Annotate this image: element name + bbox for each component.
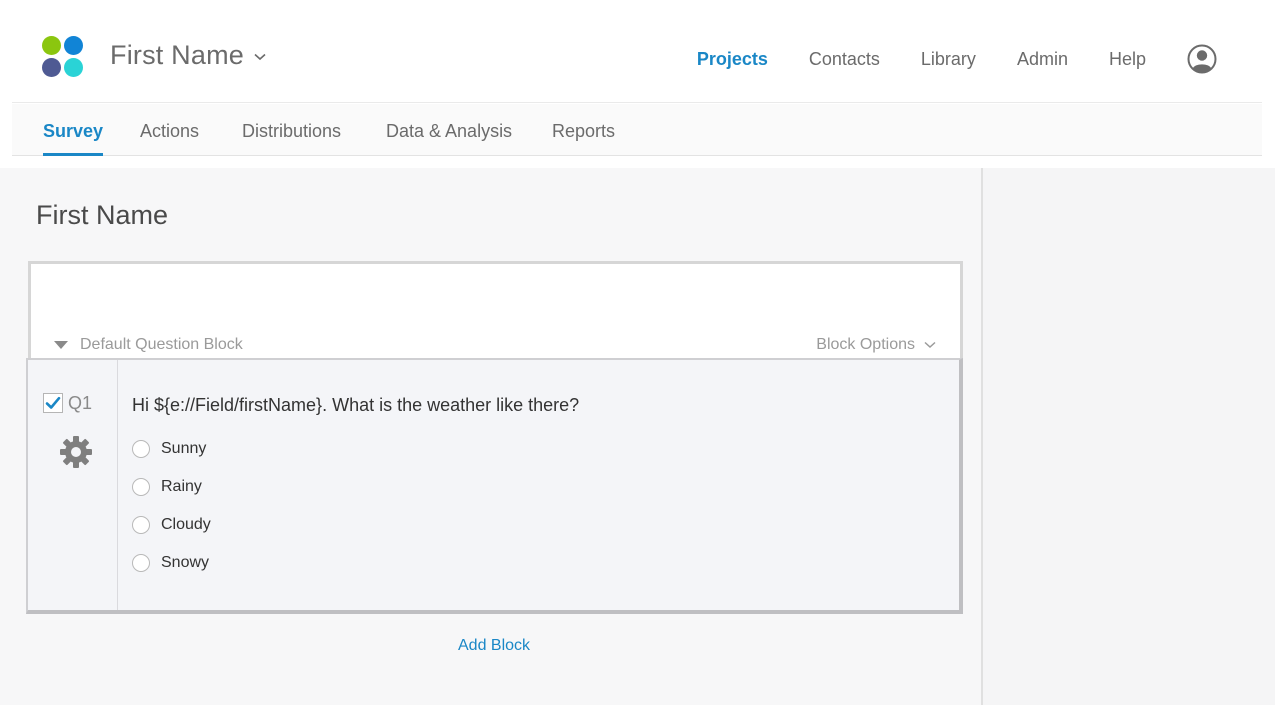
choice-cloudy[interactable]: Cloudy (132, 516, 211, 534)
choice-label: Rainy (161, 478, 202, 495)
top-header: First Name Projects Contacts Library Adm… (12, 0, 1262, 103)
chevron-down-icon (924, 341, 936, 349)
choice-label: Snowy (161, 554, 210, 571)
nav-library[interactable]: Library (921, 49, 976, 70)
nav-help[interactable]: Help (1109, 49, 1146, 70)
nav-admin[interactable]: Admin (1017, 49, 1068, 70)
main-nav: Projects Contacts Library Admin Help (697, 44, 1262, 74)
logo-dot (64, 36, 83, 55)
nav-contacts[interactable]: Contacts (809, 49, 880, 70)
right-side-panel (981, 168, 1275, 705)
project-name-dropdown[interactable]: First Name (110, 40, 266, 71)
question-card[interactable]: Q1 Hi ${e://Field/firstName}. What is th… (26, 358, 963, 614)
logo-dot (64, 58, 83, 77)
nav-projects[interactable]: Projects (697, 49, 768, 70)
tab-actions[interactable]: Actions (140, 121, 199, 156)
choice-sunny[interactable]: Sunny (132, 440, 206, 458)
question-select-checkbox[interactable] (43, 393, 63, 413)
block-collapse-toggle[interactable]: Default Question Block (54, 336, 243, 354)
caret-down-icon (54, 341, 68, 349)
radio-button[interactable] (132, 516, 150, 534)
choice-label: Cloudy (161, 516, 211, 533)
choice-label: Sunny (161, 440, 207, 457)
radio-button[interactable] (132, 478, 150, 496)
block-options-button[interactable]: Block Options (816, 336, 936, 354)
survey-subtabs: Survey Actions Distributions Data & Anal… (12, 104, 1262, 156)
gear-icon[interactable] (59, 435, 93, 469)
question-number: Q1 (68, 393, 93, 413)
survey-title[interactable]: First Name (36, 200, 168, 231)
block-options-label: Block Options (816, 336, 915, 353)
add-block-link[interactable]: Add Block (458, 637, 530, 655)
choice-rainy[interactable]: Rainy (132, 478, 202, 496)
tab-survey[interactable]: Survey (43, 121, 104, 156)
question-text[interactable]: Hi ${e://Field/firstName}. What is the w… (132, 395, 579, 416)
block-name: Default Question Block (80, 336, 243, 353)
radio-button[interactable] (132, 554, 150, 572)
qualtrics-logo[interactable] (42, 36, 86, 80)
user-avatar-icon[interactable] (1187, 44, 1217, 74)
tab-reports[interactable]: Reports (552, 121, 615, 156)
choice-snowy[interactable]: Snowy (132, 554, 209, 572)
tab-data-analysis[interactable]: Data & Analysis (386, 121, 512, 156)
project-name-label: First Name (110, 40, 245, 70)
logo-dot (42, 58, 61, 77)
radio-button[interactable] (132, 440, 150, 458)
chevron-down-icon (254, 53, 266, 60)
logo-dot (42, 36, 61, 55)
checkmark-icon (45, 396, 61, 409)
tab-distributions[interactable]: Distributions (242, 121, 341, 156)
